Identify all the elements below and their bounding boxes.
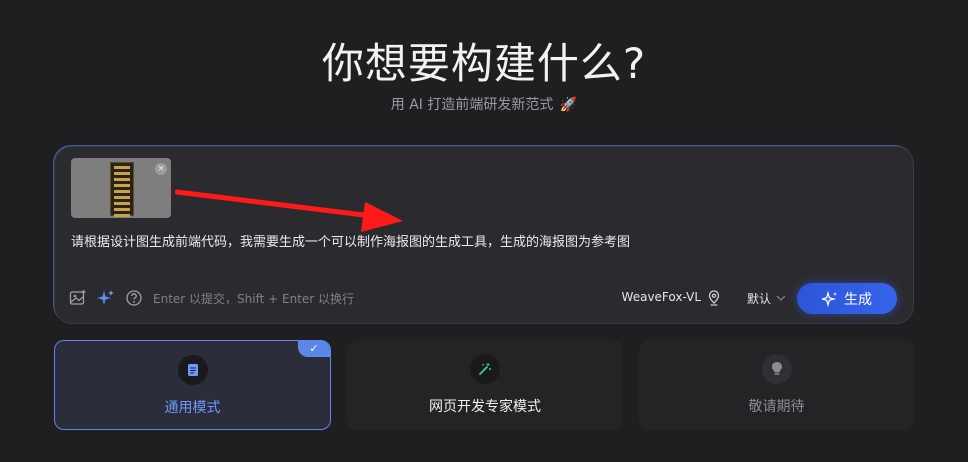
prompt-composer[interactable]: × 请根据设计图生成前端代码，我需要生成一个可以制作海报图的生成工具，生成的海报… xyxy=(54,146,914,324)
composer-toolbar: Enter 以提交，Shift + Enter 以换行 WeaveFox-VL … xyxy=(69,283,897,314)
poster-preview-image xyxy=(110,162,134,217)
lightbulb-icon xyxy=(761,354,792,384)
subtitle-text: 用 AI 打造前端研发新范式 xyxy=(390,97,554,113)
mode-card-coming-soon: 敬请期待 xyxy=(639,340,914,430)
mode-selector[interactable]: 默认 xyxy=(747,290,771,307)
generate-label: 生成 xyxy=(844,291,872,308)
mode-card-web-expert[interactable]: 网页开发专家模式 xyxy=(347,340,623,430)
checkmark-icon: ✓ xyxy=(298,341,330,357)
submit-hint: Enter 以提交，Shift + Enter 以换行 xyxy=(153,292,355,306)
generate-button[interactable]: 生成 xyxy=(797,283,897,314)
magic-wand-icon xyxy=(470,354,500,384)
help-icon[interactable] xyxy=(125,289,143,307)
location-pin-icon[interactable] xyxy=(707,290,721,306)
remove-attachment-icon[interactable]: × xyxy=(155,163,167,175)
model-selector[interactable]: WeaveFox-VL xyxy=(622,290,701,304)
image-upload-icon[interactable] xyxy=(69,289,87,307)
rocket-icon: 🚀 xyxy=(559,97,578,113)
page-subtitle: 用 AI 打造前端研发新范式 🚀 xyxy=(0,94,968,114)
mode-label: 敬请期待 xyxy=(748,399,805,415)
prompt-input[interactable]: 请根据设计图生成前端代码，我需要生成一个可以制作海报图的生成工具，生成的海报图为… xyxy=(71,231,630,250)
sparkle-icon xyxy=(822,290,837,307)
mode-card-general[interactable]: ✓ 通用模式 xyxy=(54,340,331,430)
page-title: 你想要构建什么? xyxy=(321,39,647,88)
chevron-down-icon[interactable] xyxy=(775,292,787,304)
mode-label: 网页开发专家模式 xyxy=(429,399,541,415)
mode-label: 通用模式 xyxy=(164,400,221,416)
annotation-arrow xyxy=(175,189,403,232)
attachment-thumbnail[interactable]: × xyxy=(71,158,171,218)
document-icon xyxy=(177,355,208,385)
sparkle-enhance-icon[interactable] xyxy=(97,289,115,307)
